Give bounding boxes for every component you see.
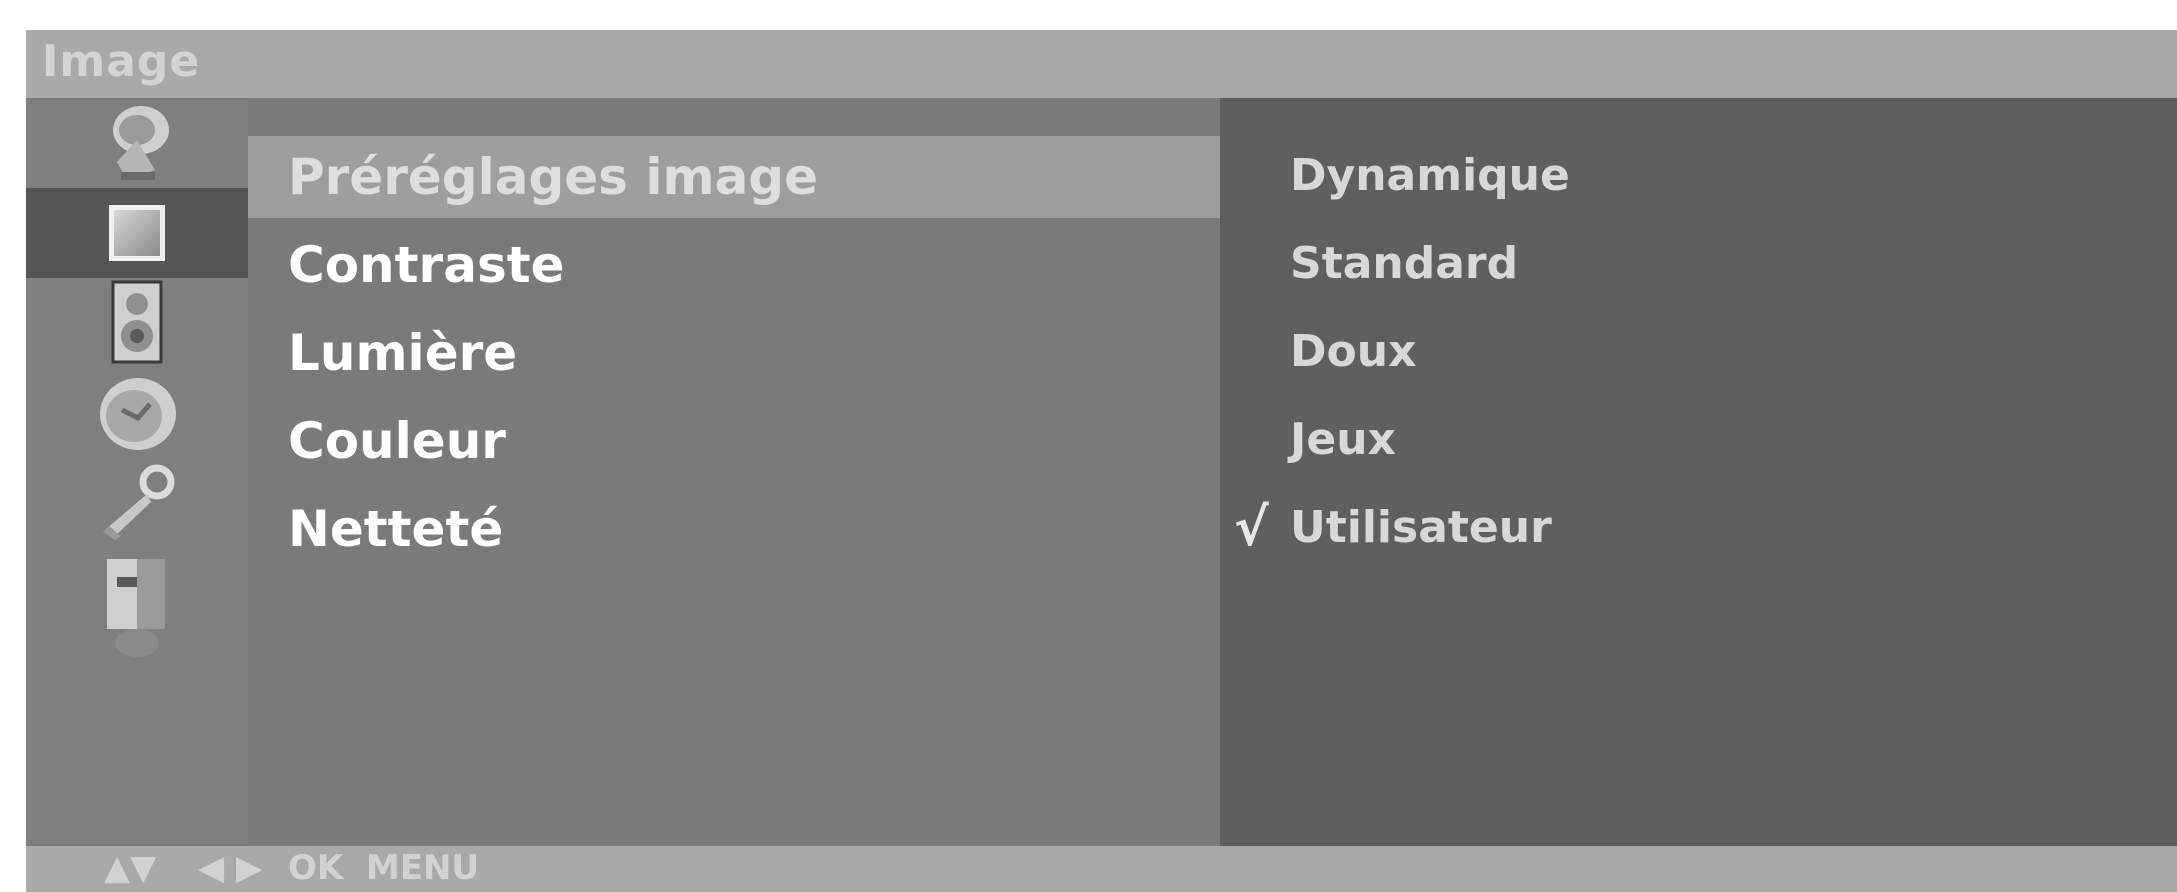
category-tab-setup[interactable] <box>26 98 248 188</box>
preset-option-user[interactable]: Utilisateur <box>1290 488 1552 568</box>
menu-title: Image <box>42 36 201 87</box>
picture-menu-panel: Préréglages image Contraste Lumière Coul… <box>248 98 1246 846</box>
preset-submenu-panel: Dynamique Standard Doux Jeux √ Utilisate… <box>1220 98 2177 846</box>
menu-item-sharpness[interactable]: Netteté <box>248 488 1238 570</box>
picture-square-icon <box>109 205 165 261</box>
preset-option-standard[interactable]: Standard <box>1290 224 1518 304</box>
preset-option-game[interactable]: Jeux <box>1290 400 1396 480</box>
satellite-dish-icon <box>113 106 169 180</box>
speaker-icon <box>111 280 163 364</box>
tv-osd-window: Image Préréglages image Contraste Lumièr… <box>26 30 2177 892</box>
ok-hint: OK <box>288 848 344 888</box>
updown-arrows-icon: ▲▼ <box>104 848 157 888</box>
category-tab-sound[interactable] <box>26 278 248 368</box>
category-tab-input[interactable] <box>26 548 248 668</box>
preset-option-dynamic[interactable]: Dynamique <box>1290 136 1570 216</box>
menu-item-picture-presets[interactable]: Préréglages image <box>248 136 1238 218</box>
menu-item-color[interactable]: Couleur <box>248 400 1238 482</box>
menu-item-contrast[interactable]: Contraste <box>248 224 1238 306</box>
menu-hint: MENU <box>366 848 480 888</box>
input-connector-icon <box>107 559 165 657</box>
category-tab-lock[interactable] <box>26 458 248 548</box>
checkmark-icon: √ <box>1234 498 1269 558</box>
category-icon-column <box>26 98 248 846</box>
category-tab-picture[interactable] <box>26 188 248 278</box>
navigation-hint-bar: ▲▼ ◀ ▶ OK MENU <box>26 846 2177 892</box>
key-lock-icon <box>103 464 175 540</box>
leftright-arrows-icon: ◀ ▶ <box>198 848 263 888</box>
clock-icon <box>100 378 176 450</box>
preset-option-soft[interactable]: Doux <box>1290 312 1416 392</box>
menu-item-brightness[interactable]: Lumière <box>248 312 1238 394</box>
title-bar: Image <box>26 30 2177 98</box>
category-tab-time[interactable] <box>26 368 248 458</box>
